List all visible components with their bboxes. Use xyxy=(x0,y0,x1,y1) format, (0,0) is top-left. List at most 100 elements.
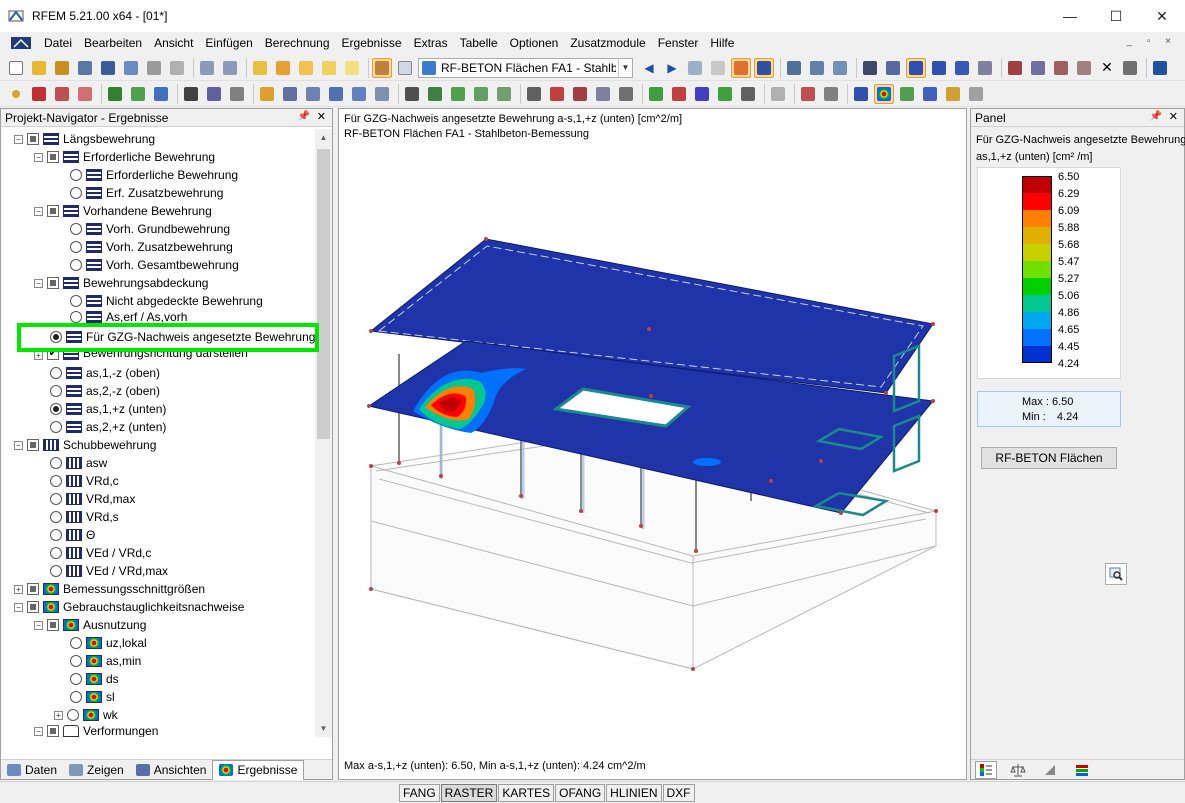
support-icon[interactable] xyxy=(105,84,125,104)
checkbox[interactable] xyxy=(27,601,39,613)
view-y-icon[interactable] xyxy=(669,84,689,104)
radio-button[interactable] xyxy=(70,637,82,649)
hinge-icon[interactable] xyxy=(128,84,148,104)
structure-icon[interactable] xyxy=(471,84,491,104)
edit-icon[interactable] xyxy=(250,58,270,78)
rf-beton-flaechen-button[interactable]: RF-BETON Flächen xyxy=(981,447,1117,469)
checkbox[interactable] xyxy=(47,205,59,217)
tree-item-vrdc[interactable]: VRd,c xyxy=(1,472,315,490)
member-icon[interactable] xyxy=(52,84,72,104)
tab-ansichten[interactable]: Ansichten xyxy=(130,760,213,780)
collapse-icon[interactable]: − xyxy=(34,206,43,216)
view-3d-icon[interactable] xyxy=(326,84,346,104)
dimension-icon[interactable] xyxy=(181,84,201,104)
expand-icon[interactable]: + xyxy=(34,351,43,360)
dxf-toggle[interactable]: DXF xyxy=(662,784,695,802)
export-icon[interactable] xyxy=(1150,58,1170,78)
node-icon[interactable] xyxy=(6,84,26,104)
radio-button[interactable] xyxy=(70,169,82,181)
surface-icon[interactable] xyxy=(75,84,95,104)
radio-button[interactable] xyxy=(70,673,82,685)
filter-icon[interactable] xyxy=(524,84,544,104)
close-icon[interactable]: ✕ xyxy=(1169,110,1178,123)
tree-item-erforderliche-bewehrung[interactable]: − Erforderliche Bewehrung xyxy=(1,148,315,166)
table-icon[interactable] xyxy=(395,58,415,78)
zoom-all-icon[interactable] xyxy=(570,84,590,104)
radio-button[interactable] xyxy=(67,709,79,721)
menu-zusatzmodule[interactable]: Zusatzmodule xyxy=(564,36,651,50)
line-icon[interactable] xyxy=(29,84,49,104)
next-arrow-icon[interactable]: ▶ xyxy=(662,58,682,78)
minimize-button[interactable]: — xyxy=(1047,0,1093,32)
balance-icon[interactable] xyxy=(1007,761,1029,779)
hlinien-toggle[interactable]: HLINIEN xyxy=(606,784,662,802)
tab-ergebnisse[interactable]: Ergebnisse xyxy=(212,759,305,780)
raster-toggle[interactable]: RASTER xyxy=(440,784,498,802)
collapse-icon[interactable]: − xyxy=(14,602,23,612)
delete-icon[interactable]: ✕ xyxy=(1097,58,1117,78)
close-icon[interactable]: ✕ xyxy=(317,110,326,123)
fang-toggle[interactable]: FANG xyxy=(399,784,440,802)
tree-item-uz-lokal[interactable]: uz,lokal xyxy=(1,634,315,652)
mirror-icon[interactable] xyxy=(1028,58,1048,78)
print-preview-icon[interactable] xyxy=(167,58,187,78)
mesh-icon[interactable] xyxy=(883,58,903,78)
tree-item-verformungen[interactable]: − Verformungen xyxy=(1,724,315,737)
tree-item-as1-oben[interactable]: as,1,-z (oben) xyxy=(1,364,315,382)
magnifier-icon[interactable] xyxy=(1105,563,1127,585)
transparency-icon[interactable] xyxy=(897,84,917,104)
xyz-icon[interactable] xyxy=(204,84,224,104)
redo-icon[interactable] xyxy=(220,58,240,78)
tree-item-schubbewehrung[interactable]: − Schubbewehrung xyxy=(1,436,315,454)
collapse-icon[interactable]: − xyxy=(34,278,43,288)
menu-tabelle[interactable]: Tabelle xyxy=(454,36,504,50)
save-all-icon[interactable] xyxy=(121,58,141,78)
open-folder-icon[interactable] xyxy=(29,58,49,78)
xxx-values-icon[interactable] xyxy=(754,57,774,78)
scroll-down-arrow-icon[interactable]: ▼ xyxy=(315,720,332,737)
checkbox[interactable] xyxy=(47,619,59,631)
previous-arrow-icon[interactable]: ◀ xyxy=(639,58,659,78)
radio-button[interactable] xyxy=(70,691,82,703)
structure-model[interactable] xyxy=(339,109,966,779)
menu-berechnung[interactable]: Berechnung xyxy=(259,36,336,50)
show-results-icon[interactable] xyxy=(731,57,751,78)
mdi-window-icon[interactable] xyxy=(10,35,32,51)
coordinate-icon[interactable] xyxy=(257,84,277,104)
measure-icon[interactable] xyxy=(975,58,995,78)
menu-datei[interactable]: Datei xyxy=(38,36,78,50)
tree-item-ausnutzung[interactable]: − Ausnutzung xyxy=(1,616,315,634)
color-scale-tab-icon[interactable] xyxy=(975,760,997,779)
tree-item-nicht-abgedeckte-bewehrung[interactable]: Nicht abgedeckte Bewehrung xyxy=(1,292,315,310)
tab-daten[interactable]: Daten xyxy=(1,760,63,780)
move-icon[interactable] xyxy=(929,58,949,78)
navigator-scrollbar[interactable]: ▲ ▼ xyxy=(315,129,332,737)
tree-item-ved-vrdc[interactable]: VEd / VRd,c xyxy=(1,544,315,562)
view-box-icon[interactable] xyxy=(280,84,300,104)
close-button[interactable]: ✕ xyxy=(1139,0,1185,32)
frame-icon[interactable] xyxy=(448,84,468,104)
radio-button[interactable] xyxy=(50,547,62,559)
connect-icon[interactable] xyxy=(1005,58,1025,78)
tree-item-as-min[interactable]: as,min xyxy=(1,652,315,670)
radio-button[interactable] xyxy=(50,511,62,523)
tree-item-vorh-gesamtbewehrung[interactable]: Vorh. Gesamtbewehrung xyxy=(1,256,315,274)
collapse-icon[interactable]: − xyxy=(34,726,43,736)
deformation-icon[interactable] xyxy=(784,58,804,78)
pin-icon[interactable]: 📌 xyxy=(1150,111,1162,122)
chevron-down-icon[interactable]: ▼ xyxy=(618,58,632,77)
undo-icon[interactable] xyxy=(197,58,217,78)
color-scale-icon[interactable] xyxy=(874,83,894,104)
value-labels-icon[interactable] xyxy=(708,58,728,78)
radio-button[interactable] xyxy=(70,241,82,253)
radio-button[interactable] xyxy=(50,475,62,487)
target-icon[interactable] xyxy=(296,58,316,78)
radio-button[interactable] xyxy=(70,311,82,323)
open-project-icon[interactable] xyxy=(52,58,72,78)
more-icon[interactable] xyxy=(966,84,986,104)
ofang-toggle[interactable]: OFANG xyxy=(555,784,606,802)
radio-button[interactable] xyxy=(70,187,82,199)
menu-hilfe[interactable]: Hilfe xyxy=(704,36,740,50)
view-x-icon[interactable] xyxy=(646,84,666,104)
scrollbar-thumb[interactable] xyxy=(317,149,330,439)
